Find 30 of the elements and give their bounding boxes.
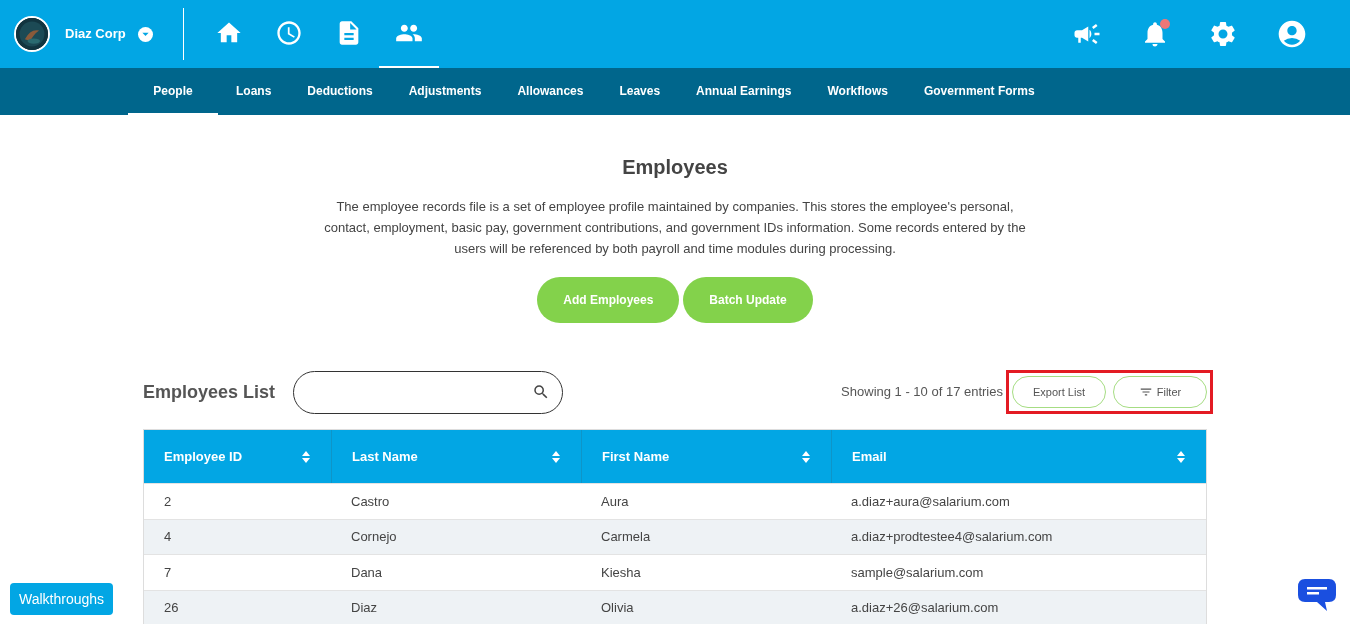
table-cell-text: a.diaz+prodtestee4@salarium.com <box>851 528 1053 546</box>
tab[interactable]: Allowances <box>499 68 602 115</box>
tab[interactable]: Adjustments <box>390 68 500 115</box>
table-cell-text: Diaz <box>351 599 377 617</box>
company-name: Diaz Corp <box>65 25 126 44</box>
tab[interactable]: Loans <box>218 68 290 115</box>
table-cell-text: Aura <box>601 492 629 511</box>
table-cell-text: Cornejo <box>351 528 397 546</box>
table-cell-text: Carmela <box>601 528 651 546</box>
table-cell-text: a.diaz+26@salarium.com <box>851 599 999 617</box>
table-cell-text: sample@salarium.com <box>851 563 984 582</box>
page-description: The employee records file is a set of employee profile maintained by companies. This stores the employee's personal, contact, employment, basic pay, government contributions, and government IDs information. Some records entered by the users will be referenced by both payroll and time modules during processing. <box>323 198 1027 258</box>
table-cell-text: 7 <box>164 563 172 582</box>
tab[interactable]: Deductions <box>289 68 391 115</box>
table-cell-text: Dana <box>351 563 383 582</box>
tab[interactable]: Workflows <box>809 68 906 115</box>
tab[interactable]: Annual Earnings <box>678 68 810 115</box>
table-cell-text: 2 <box>164 492 172 511</box>
page-title: Employees <box>622 155 728 180</box>
tab[interactable]: People <box>128 68 218 115</box>
table-cell-text: Kiesha <box>601 563 641 582</box>
tab[interactable]: Government Forms <box>905 68 1053 115</box>
entries-count: Showing 1 - 10 of 17 entries <box>841 383 1003 402</box>
table-cell-text: Castro <box>351 492 390 511</box>
table-cell-text: Olivia <box>601 599 634 617</box>
tab[interactable]: Leaves <box>601 68 679 115</box>
list-title: Employees List <box>143 380 276 404</box>
table-cell-text: 26 <box>164 599 179 617</box>
table-cell-text: 4 <box>164 528 172 546</box>
table-cell-text: a.diaz+aura@salarium.com <box>851 492 1010 511</box>
